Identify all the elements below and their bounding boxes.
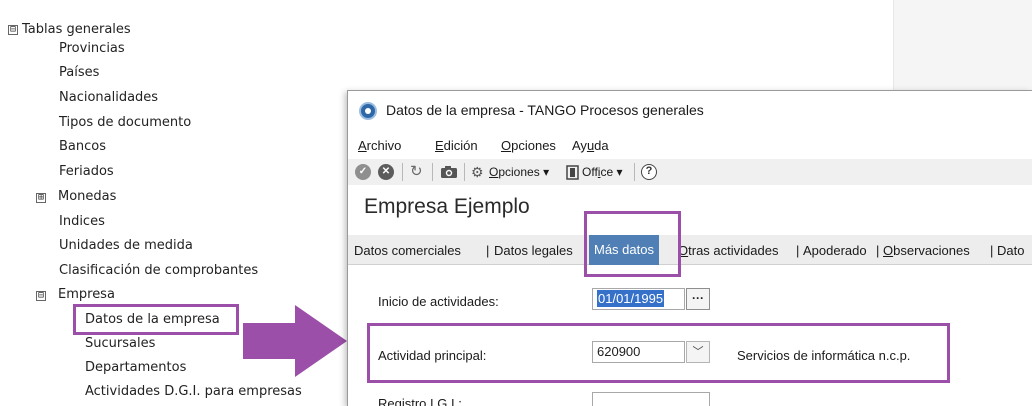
company-name: Empresa Ejemplo	[364, 195, 530, 218]
tree-item-monedas[interactable]: Monedas	[58, 186, 116, 208]
camera-icon[interactable]	[440, 165, 458, 179]
tab-datos-cut[interactable]: Dato	[997, 243, 1024, 258]
gear-icon[interactable]: ⚙	[471, 163, 484, 181]
arrow-icon	[243, 305, 347, 377]
opciones-dropdown-button[interactable]: Opciones ▾	[489, 163, 549, 181]
date-picker-button[interactable]: ···	[686, 288, 710, 310]
menu-edicion[interactable]: Edición	[435, 138, 478, 153]
office-icon[interactable]	[566, 165, 579, 180]
registro-label: Registro I.G.I.:	[378, 396, 462, 406]
window-title: Datos de la empresa - TANGO Procesos gen…	[386, 102, 704, 118]
tree-item-empresa[interactable]: Empresa	[58, 284, 115, 306]
tab-otras-actividades[interactable]: Otras actividades	[678, 243, 778, 258]
highlight-datos-empresa	[73, 304, 239, 335]
highlight-mas-datos-tab	[584, 211, 681, 277]
tree-item-provincias[interactable]: Provincias	[59, 38, 125, 60]
tree-item-unidades-medida[interactable]: Unidades de medida	[59, 235, 193, 257]
tab-datos-legales[interactable]: Datos legales	[494, 243, 573, 258]
inicio-actividades-field[interactable]: 01/01/1995	[592, 288, 685, 310]
registro-field[interactable]	[592, 392, 710, 406]
tree-item-feriados[interactable]: Feriados	[59, 161, 114, 183]
inicio-actividades-label: Inicio de actividades:	[378, 294, 499, 309]
tree-item-actividades-dgi[interactable]: Actividades D.G.I. para empresas	[85, 381, 302, 403]
tree-item-departamentos[interactable]: Departamentos	[85, 357, 186, 379]
menu-archivo[interactable]: Archivo	[358, 138, 401, 153]
expand-icon[interactable]: ⊞	[36, 193, 46, 203]
tab-apoderado[interactable]: Apoderado	[803, 243, 867, 258]
collapse-icon[interactable]: ⊟	[8, 25, 18, 35]
menu-opciones[interactable]: Opciones	[501, 138, 556, 153]
tango-app-icon	[359, 102, 377, 120]
menu-ayuda[interactable]: Ayuda	[572, 138, 609, 153]
tree-item-sucursales[interactable]: Sucursales	[85, 333, 155, 355]
tab-datos-comerciales[interactable]: Datos comerciales	[354, 243, 461, 258]
tree-item-bancos[interactable]: Bancos	[59, 136, 106, 158]
tree-item-clasificacion-comprobantes[interactable]: Clasificación de comprobantes	[59, 260, 258, 282]
tree-item-indices[interactable]: Indices	[59, 211, 105, 233]
collapse-icon[interactable]: ⊟	[36, 291, 46, 301]
tab-observaciones[interactable]: Observaciones	[883, 243, 970, 258]
tree-item-nacionalidades[interactable]: Nacionalidades	[59, 87, 158, 109]
check-icon[interactable]: ✓	[355, 164, 371, 180]
tab-bar: Datos comerciales | Datos legales Más da…	[348, 235, 1032, 265]
highlight-actividad-principal	[367, 323, 950, 383]
help-icon[interactable]: ?	[641, 164, 657, 180]
office-dropdown-button[interactable]: Office ▾	[582, 163, 623, 181]
partial-row: Registro I.G.I.:	[348, 387, 1032, 406]
refresh-icon[interactable]: ↻	[410, 163, 423, 181]
tree-item-paises[interactable]: Países	[59, 62, 99, 84]
tree-item-tipos-documento[interactable]: Tipos de documento	[59, 112, 191, 134]
title-bar[interactable]: Datos de la empresa - TANGO Procesos gen…	[348, 91, 1032, 131]
toolbar: ✓ ✕ ↻ ⚙ Opciones ▾ Office ▾ ?	[348, 159, 1032, 185]
cancel-icon[interactable]: ✕	[378, 164, 394, 180]
